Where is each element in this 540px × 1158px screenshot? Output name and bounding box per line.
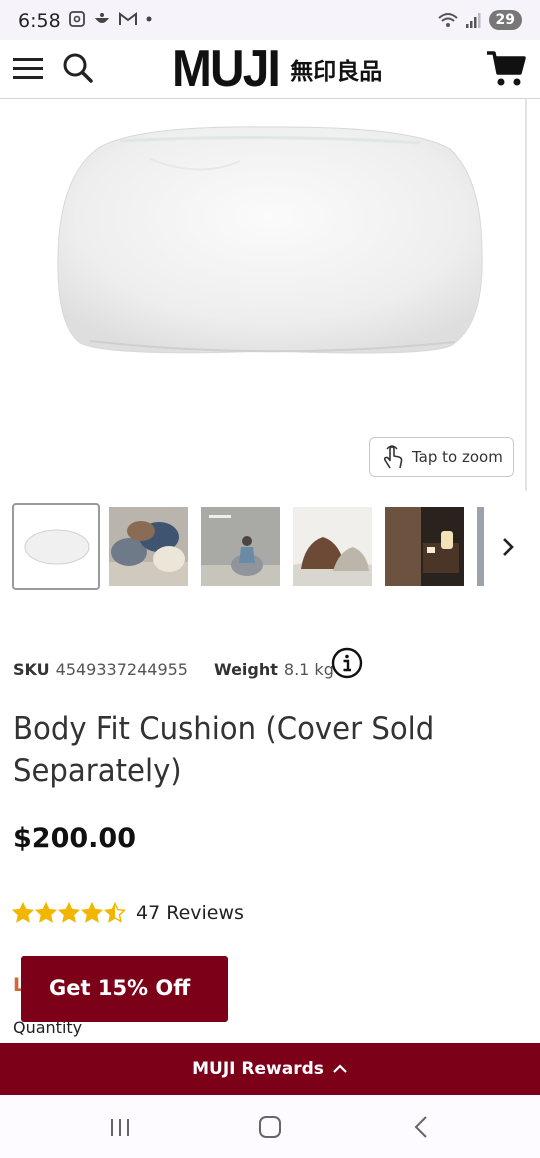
sku-label: SKU: [13, 660, 50, 679]
star-icon: [81, 902, 103, 923]
site-header: MUJI 無印良品: [0, 40, 540, 99]
info-icon: [331, 647, 363, 679]
rewards-label: MUJI Rewards: [192, 1059, 324, 1079]
thumbnail-3[interactable]: [201, 507, 280, 586]
muji-rewards-bar[interactable]: MUJI Rewards: [0, 1043, 540, 1095]
chevron-up-icon: [333, 1064, 347, 1073]
thumbnail-3-image: [201, 507, 280, 586]
logo-text: MUJI: [172, 40, 281, 98]
hand-pointer-icon: [383, 445, 403, 469]
status-icons-left: [68, 10, 153, 28]
thumbnail-4-image: [293, 507, 372, 586]
star-icon: [58, 902, 80, 923]
thumbnail-1[interactable]: [12, 503, 100, 590]
logo-kanji: 無印良品: [290, 59, 383, 85]
rating-stars: [12, 902, 126, 924]
product-meta: SKU 4549337244955 Weight 8.1 kg: [13, 660, 334, 679]
notification-icon: [95, 13, 109, 23]
menu-button[interactable]: [12, 55, 44, 83]
back-icon: [414, 1116, 427, 1138]
thumbnail-2[interactable]: [109, 507, 188, 586]
thumbnail-5[interactable]: [385, 507, 464, 586]
thumbnail-strip: [12, 503, 484, 591]
product-image[interactable]: [0, 99, 528, 491]
product-title: Body Fit Cushion (Cover Sold Separately): [13, 711, 435, 789]
tap-to-zoom-button[interactable]: Tap to zoom: [369, 437, 514, 477]
thumbnail-1-image: [24, 529, 90, 565]
menu-icon: [13, 58, 43, 79]
product-rating[interactable]: 47 Reviews: [12, 902, 244, 924]
thumbnails-next-button[interactable]: [494, 532, 522, 562]
get-15-off-button[interactable]: Get 15% Off: [21, 956, 228, 1022]
product-price: $200.00: [13, 823, 136, 854]
wifi-icon: [437, 13, 458, 27]
sku-value: 4549337244955: [55, 660, 188, 679]
star-icon: [12, 902, 34, 923]
signal-icon: [465, 13, 481, 28]
star-icon: [104, 902, 126, 923]
status-icons-right: 29: [437, 10, 522, 30]
status-bar: 6:58 29: [0, 0, 540, 40]
star-icon: [35, 902, 57, 923]
system-nav-bar: [0, 1095, 540, 1158]
gallery-divider: [525, 99, 527, 491]
chevron-right-icon: [503, 538, 514, 556]
gmail-icon: [119, 12, 137, 25]
search-button[interactable]: [62, 52, 94, 84]
back-button[interactable]: [406, 1112, 436, 1142]
reviews-count[interactable]: 47 Reviews: [136, 902, 244, 924]
battery-icon: 29: [488, 10, 522, 30]
recent-apps-button[interactable]: [105, 1112, 135, 1142]
screenshot-icon: [69, 11, 85, 27]
thumbnail-5-image: [385, 507, 464, 586]
zoom-label: Tap to zoom: [412, 448, 503, 466]
weight-label: Weight: [213, 660, 278, 679]
status-time: 6:58: [18, 10, 61, 32]
thumbnail-2-image: [109, 507, 188, 586]
cart-button[interactable]: [486, 49, 526, 89]
cart-icon: [487, 51, 526, 86]
weight-info-button[interactable]: [331, 647, 363, 679]
recent-apps-icon: [111, 1119, 129, 1136]
weight-value: 8.1 kg: [283, 660, 334, 679]
thumbnail-6-image: [477, 507, 484, 586]
muji-logo[interactable]: MUJI 無印良品: [172, 42, 382, 96]
dot-icon: [146, 16, 152, 22]
thumbnail-4[interactable]: [293, 507, 372, 586]
thumbnail-6[interactable]: [477, 507, 484, 586]
search-icon: [63, 53, 93, 83]
home-button[interactable]: [255, 1112, 285, 1142]
home-icon: [259, 1116, 281, 1138]
